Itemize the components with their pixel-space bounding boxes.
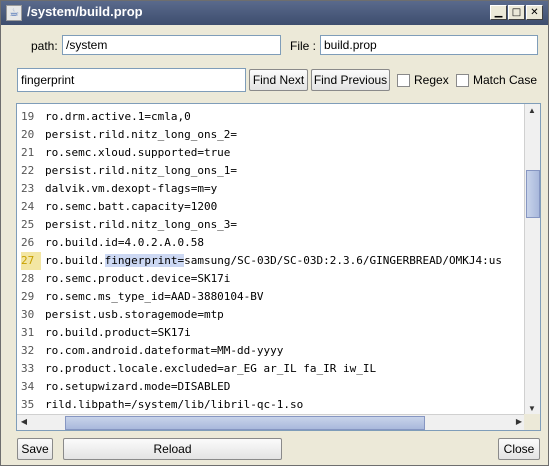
line-text: persist.rild.nitz_long_ons_2= xyxy=(45,126,237,144)
java-app-icon: ☕ xyxy=(6,5,22,21)
line-text: ro.semc.ms_type_id=AAD-3880104-BV xyxy=(45,288,264,306)
line-text: ro.com.android.dateformat=MM-dd-yyyy xyxy=(45,342,283,360)
code-line[interactable]: 30 persist.usb.storagemode=mtp xyxy=(17,306,524,324)
line-number: 25 xyxy=(21,218,35,231)
line-text: ro.build.id=4.0.2.A.0.58 xyxy=(45,234,204,252)
horizontal-scroll-thumb[interactable] xyxy=(65,416,425,430)
title-bar[interactable]: ☕ /system/build.prop ▁ □ ✕ xyxy=(1,1,548,25)
line-text-segment: persist.usb.storagemode=mtp xyxy=(45,308,224,321)
line-text-segment: ro.build. xyxy=(45,254,105,267)
line-text-segment: persist.rild.nitz_long_ons_3= xyxy=(45,218,238,231)
line-text: ro.build.product=SK17i xyxy=(45,324,191,342)
line-text: persist.rild.nitz_long_ons_3= xyxy=(45,216,237,234)
line-number: 34 xyxy=(21,380,35,393)
code-line[interactable]: 20 persist.rild.nitz_long_ons_2= xyxy=(17,126,524,144)
window-title: /system/build.prop xyxy=(27,4,143,19)
editor-window: ☕ /system/build.prop ▁ □ ✕ path: /system… xyxy=(0,0,549,466)
file-label: File : xyxy=(290,39,317,53)
line-number: 28 xyxy=(21,272,35,285)
regex-checkbox[interactable] xyxy=(397,74,410,87)
line-text: ro.product.locale.excluded=ar_EG ar_IL f… xyxy=(45,360,376,378)
code-line[interactable]: 28 ro.semc.product.device=SK17i xyxy=(17,270,524,288)
line-text-segment: ro.build.id=4.0.2.A.0.58 xyxy=(45,236,204,249)
maximize-button[interactable]: □ xyxy=(508,5,525,20)
code-line[interactable]: 24 ro.semc.batt.capacity=1200 xyxy=(17,198,524,216)
close-window-button[interactable]: ✕ xyxy=(526,5,543,20)
code-line[interactable]: 34 ro.setupwizard.mode=DISABLED xyxy=(17,378,524,396)
line-text-segment: ro.semc.xloud.supported=true xyxy=(45,146,231,159)
line-text: ro.build.fingerprint=samsung/SC-03D/SC-0… xyxy=(45,252,502,270)
line-text: ro.semc.product.device=SK17i xyxy=(45,270,230,288)
code-line[interactable]: 21 ro.semc.xloud.supported=true xyxy=(17,144,524,162)
line-text-segment: rild.libpath=/system/lib/libril-qc-1.so xyxy=(45,398,304,411)
file-field[interactable]: build.prop xyxy=(320,35,538,55)
line-text: ro.setupwizard.mode=DISABLED xyxy=(45,378,230,396)
reload-button[interactable]: Reload xyxy=(63,438,282,460)
code-line[interactable]: 35 rild.libpath=/system/lib/libril-qc-1.s… xyxy=(17,396,524,414)
line-number: 21 xyxy=(21,146,35,159)
line-text: dalvik.vm.dexopt-flags=m=y xyxy=(45,180,217,198)
find-previous-button[interactable]: Find Previous xyxy=(311,69,390,91)
close-button[interactable]: Close xyxy=(498,438,540,460)
line-text: rild.libpath=/system/lib/libril-qc-1.so xyxy=(45,396,303,414)
line-text-segment: samsung/SC-03D/SC-03D:2.3.6/GINGERBREAD/… xyxy=(184,254,502,267)
line-number: 33 xyxy=(21,362,35,375)
line-text-segment: ro.semc.product.device=SK17i xyxy=(45,272,231,285)
path-label: path: xyxy=(31,39,58,53)
regex-label: Regex xyxy=(414,73,449,87)
code-line[interactable]: 19 ro.drm.active.1=cmla,0 xyxy=(17,108,524,126)
line-number: 30 xyxy=(21,308,35,321)
text-editor[interactable]: 19 ro.drm.active.1=cmla,0 20 persist.rild.n… xyxy=(16,103,541,431)
line-text: persist.rild.nitz_long_ons_1= xyxy=(45,162,237,180)
line-number: 27 xyxy=(21,252,41,270)
line-text-segment: ro.product.locale.excluded=ar_EG ar_IL f… xyxy=(45,362,377,375)
find-next-button[interactable]: Find Next xyxy=(249,69,308,91)
match-case-checkbox[interactable] xyxy=(456,74,469,87)
line-number: 35 xyxy=(21,398,35,411)
vertical-scroll-thumb[interactable] xyxy=(526,170,540,218)
line-text-segment: persist.rild.nitz_long_ons_1= xyxy=(45,164,238,177)
scroll-left-icon[interactable]: ◀ xyxy=(17,415,31,429)
vertical-scrollbar[interactable]: ▲ ▼ xyxy=(524,104,540,416)
line-text-segment: ro.semc.batt.capacity=1200 xyxy=(45,200,218,213)
line-number: 19 xyxy=(21,110,35,123)
search-match-highlight: fingerprint= xyxy=(104,254,185,267)
line-text-segment: dalvik.vm.dexopt-flags=m=y xyxy=(45,182,218,195)
line-text-segment: ro.setupwizard.mode=DISABLED xyxy=(45,380,231,393)
code-line[interactable]: 26 ro.build.id=4.0.2.A.0.58 xyxy=(17,234,524,252)
code-line[interactable]: 32 ro.com.android.dateformat=MM-dd-yyyy xyxy=(17,342,524,360)
scroll-up-icon[interactable]: ▲ xyxy=(525,104,539,118)
line-number: 29 xyxy=(21,290,35,303)
line-text: persist.usb.storagemode=mtp xyxy=(45,306,224,324)
scrollbar-corner xyxy=(524,414,540,430)
search-input[interactable]: fingerprint xyxy=(17,68,246,92)
line-number: 32 xyxy=(21,344,35,357)
line-number: 23 xyxy=(21,182,35,195)
line-text-segment: ro.build.product=SK17i xyxy=(45,326,191,339)
line-number: 26 xyxy=(21,236,35,249)
code-line[interactable]: 31 ro.build.product=SK17i xyxy=(17,324,524,342)
line-number: 24 xyxy=(21,200,35,213)
minimize-button[interactable]: ▁ xyxy=(490,5,507,20)
code-line[interactable]: 22 persist.rild.nitz_long_ons_1= xyxy=(17,162,524,180)
horizontal-scrollbar[interactable]: ◀ ▶ xyxy=(17,414,526,430)
line-text-segment: ro.drm.active.1=cmla,0 xyxy=(45,110,191,123)
save-button[interactable]: Save xyxy=(17,438,53,460)
line-text: ro.semc.batt.capacity=1200 xyxy=(45,198,217,216)
code-line[interactable]: 23 dalvik.vm.dexopt-flags=m=y xyxy=(17,180,524,198)
code-line[interactable]: 27 ro.build.fingerprint=samsung/SC-03D/SC… xyxy=(17,252,524,270)
line-text: ro.semc.xloud.supported=true xyxy=(45,144,230,162)
line-number: 22 xyxy=(21,164,35,177)
line-text-segment: ro.com.android.dateformat=MM-dd-yyyy xyxy=(45,344,284,357)
line-text: ro.drm.active.1=cmla,0 xyxy=(45,108,191,126)
line-number: 31 xyxy=(21,326,35,339)
code-line[interactable]: 25 persist.rild.nitz_long_ons_3= xyxy=(17,216,524,234)
code-line[interactable]: 29 ro.semc.ms_type_id=AAD-3880104-BV xyxy=(17,288,524,306)
line-text-segment: ro.semc.ms_type_id=AAD-3880104-BV xyxy=(45,290,264,303)
path-field[interactable]: /system xyxy=(62,35,281,55)
line-number: 20 xyxy=(21,128,35,141)
code-line[interactable]: 33 ro.product.locale.excluded=ar_EG ar_IL… xyxy=(17,360,524,378)
line-text-segment: persist.rild.nitz_long_ons_2= xyxy=(45,128,238,141)
match-case-label: Match Case xyxy=(473,73,538,87)
